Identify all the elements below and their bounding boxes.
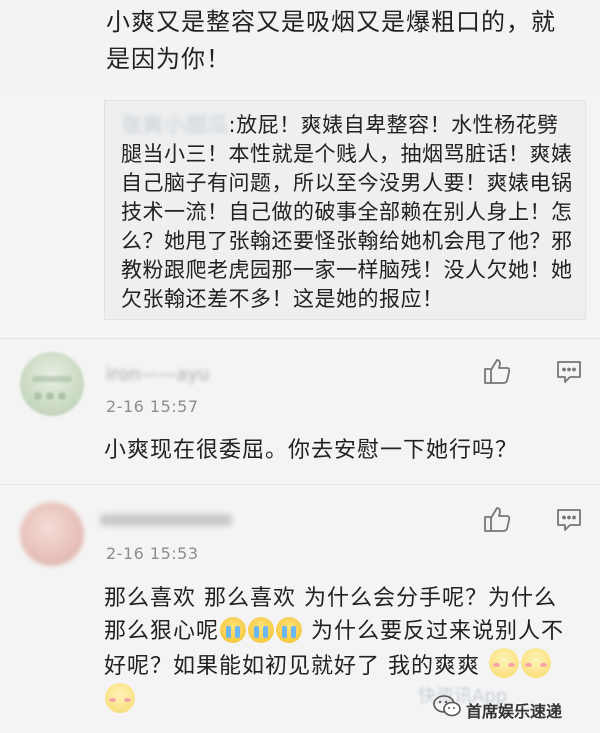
crying-face-emoji <box>248 617 275 643</box>
top-comment-text: 小爽又是整容又是吸烟又是爆粗口的，就是因为你！ <box>106 8 556 73</box>
comment-bubble-icon[interactable] <box>556 507 582 537</box>
comment-username-blurred[interactable] <box>100 514 232 526</box>
blushing-face-emoji <box>105 683 135 713</box>
quoted-body: :放屁！爽婊自卑整容！水性杨花劈腿当小三！本性就是个贱人，抽烟骂脏话！爽婊自己脑… <box>121 113 573 311</box>
comment-timestamp: 2-16 15:57 <box>106 397 199 416</box>
quoted-reply: 张爽小甜瓜:放屁！爽婊自卑整容！水性杨花劈腿当小三！本性就是个贱人，抽烟骂脏话！… <box>104 100 586 320</box>
avatar[interactable] <box>20 352 84 416</box>
divider <box>0 484 600 485</box>
avatar-image <box>32 376 72 400</box>
blushing-face-emoji <box>521 648 551 678</box>
comment-text: 小爽现在很委屈。你去安慰一下她行吗？ <box>104 438 519 463</box>
quoted-author[interactable]: 张爽小甜瓜 <box>121 113 229 137</box>
wechat-icon <box>432 694 462 722</box>
crying-face-emoji <box>276 617 303 643</box>
crying-face-emoji <box>220 617 247 643</box>
comment-timestamp: 2-16 15:53 <box>106 544 199 563</box>
watermark-brand: 首席娱乐速递 <box>466 702 563 721</box>
comment-username[interactable]: iron——ayu <box>106 364 210 385</box>
comment-bubble-icon[interactable] <box>556 359 582 389</box>
quoted-reply-text: 张爽小甜瓜:放屁！爽婊自卑整容！水性杨花劈腿当小三！本性就是个贱人，抽烟骂脏话！… <box>121 111 577 314</box>
thumbs-up-icon[interactable] <box>482 356 512 390</box>
divider <box>0 338 600 339</box>
blushing-face-emoji <box>489 648 519 678</box>
top-comment: 小爽又是整容又是吸烟又是爆粗口的，就是因为你！ <box>0 0 600 92</box>
thumbs-up-icon[interactable] <box>482 504 512 538</box>
avatar[interactable] <box>20 502 84 566</box>
